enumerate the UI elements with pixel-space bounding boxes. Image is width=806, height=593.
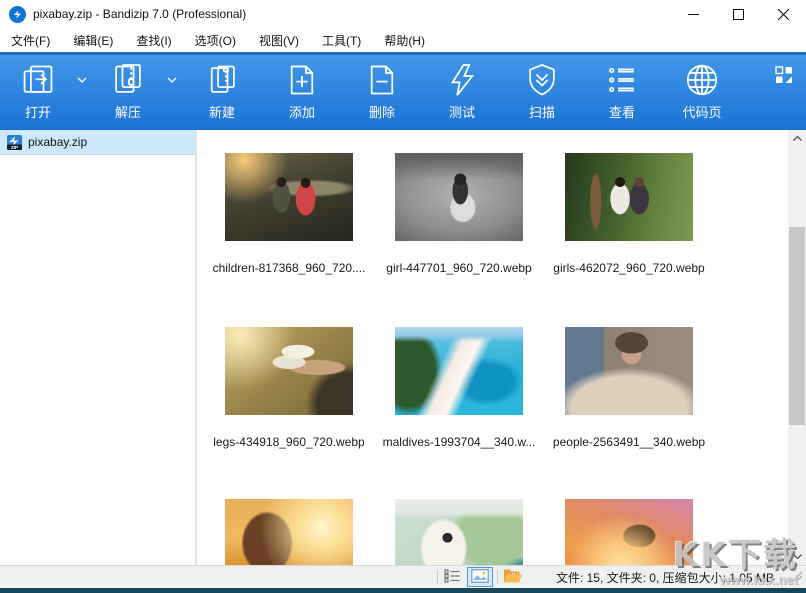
- zip-file-icon: ZIP: [6, 134, 23, 151]
- extract-label: 解压: [115, 102, 141, 121]
- delete-button[interactable]: 删除: [354, 61, 410, 121]
- extract-icon: [109, 61, 147, 99]
- view-label: 查看: [609, 102, 635, 121]
- sidebar-item-pixabay-zip[interactable]: ZIP pixabay.zip: [0, 130, 195, 155]
- toolbar-layout-toggle-icon[interactable]: [773, 65, 795, 87]
- file-item[interactable]: maldives-1993704__340.w...: [374, 327, 544, 449]
- thumbnail-view-button[interactable]: [467, 567, 493, 587]
- test-label: 测试: [449, 102, 475, 121]
- scan-virus-icon: [523, 61, 561, 99]
- file-name: people-2563491__340.webp: [544, 435, 714, 449]
- toolbar: 打开 解压 新建: [0, 52, 806, 130]
- extract-dropdown-chevron-icon[interactable]: [162, 61, 182, 99]
- window-bottom-border: [0, 588, 806, 593]
- open-archive-icon: [19, 61, 57, 99]
- menu-edit[interactable]: 编辑(E): [64, 28, 122, 53]
- open-folder-button[interactable]: [499, 567, 525, 587]
- codepage-globe-icon: [683, 61, 721, 99]
- statusbar-separator: [497, 570, 498, 584]
- add-files-icon: [283, 61, 321, 99]
- file-item[interactable]: [544, 499, 714, 565]
- menu-view[interactable]: 视图(V): [250, 28, 308, 53]
- add-label: 添加: [289, 102, 315, 121]
- bandizip-logo-icon: [9, 6, 26, 23]
- statusbar-separator: [437, 570, 438, 584]
- file-item[interactable]: girl-447701_960_720.webp: [374, 153, 544, 275]
- sunset-field-photo-thumbnail: [225, 499, 353, 565]
- menu-options[interactable]: 选项(O): [186, 28, 245, 53]
- file-list-area: children-817368_960_720.... girl-447701_…: [201, 130, 788, 565]
- maximize-button[interactable]: [716, 0, 761, 28]
- menu-file[interactable]: 文件(F): [2, 28, 59, 53]
- details-view-icon: [444, 569, 461, 586]
- archive-summary: 文件: 15, 文件夹: 0, 压缩包大小: 1.05 MB: [556, 569, 774, 586]
- add-button[interactable]: 添加: [274, 61, 330, 121]
- details-view-button[interactable]: [439, 567, 465, 587]
- open-label: 打开: [25, 102, 51, 121]
- codepage-button[interactable]: 代码页: [670, 61, 734, 121]
- menu-find[interactable]: 查找(I): [127, 28, 180, 53]
- test-button[interactable]: 测试: [434, 61, 490, 121]
- file-item[interactable]: legs-434918_960_720.webp: [204, 327, 374, 449]
- view-list-icon: [603, 61, 641, 99]
- window-title: pixabay.zip - Bandizip 7.0 (Professional…: [33, 7, 246, 21]
- file-name: maldives-1993704__340.w...: [374, 435, 544, 449]
- menu-tools[interactable]: 工具(T): [313, 28, 370, 53]
- file-item[interactable]: [204, 499, 374, 565]
- thumbnail-view-icon: [471, 569, 489, 586]
- title-bar: pixabay.zip - Bandizip 7.0 (Professional…: [0, 0, 806, 28]
- resize-grip[interactable]: [793, 568, 803, 586]
- legs-sneakers-photo-thumbnail: [225, 327, 353, 415]
- new-archive-button[interactable]: 新建: [194, 61, 250, 121]
- file-name: girls-462072_960_720.webp: [544, 261, 714, 275]
- view-button[interactable]: 查看: [594, 61, 650, 121]
- test-archive-icon: [443, 61, 481, 99]
- open-dropdown-chevron-icon[interactable]: [72, 61, 92, 99]
- minimize-button[interactable]: [671, 0, 716, 28]
- folder-tree-panel: ZIP pixabay.zip: [0, 130, 197, 565]
- file-name: girl-447701_960_720.webp: [374, 261, 544, 275]
- girl-teddybear-photo-thumbnail: [395, 153, 523, 241]
- scroll-down-arrow-icon[interactable]: [788, 548, 806, 565]
- file-item[interactable]: [374, 499, 544, 565]
- menu-bar: 文件(F) 编辑(E) 查找(I) 选项(O) 视图(V) 工具(T) 帮助(H…: [0, 28, 806, 52]
- window-controls: [671, 0, 806, 28]
- codepage-label: 代码页: [682, 102, 721, 121]
- file-item[interactable]: people-2563491__340.webp: [544, 327, 714, 449]
- vertical-scrollbar[interactable]: [788, 130, 806, 565]
- woman-sweater-photo-thumbnail: [565, 327, 693, 415]
- file-item[interactable]: children-817368_960_720....: [204, 153, 374, 275]
- open-button[interactable]: 打开: [10, 61, 66, 121]
- close-button[interactable]: [761, 0, 806, 28]
- file-item[interactable]: girls-462072_960_720.webp: [544, 153, 714, 275]
- status-bar: 文件: 15, 文件夹: 0, 压缩包大小: 1.05 MB: [0, 565, 806, 588]
- delete-files-icon: [363, 61, 401, 99]
- folder-icon: [503, 568, 522, 587]
- bandizip-window: pixabay.zip - Bandizip 7.0 (Professional…: [0, 0, 806, 593]
- scrollbar-thumb[interactable]: [789, 227, 805, 425]
- girls-garden-photo-thumbnail: [565, 153, 693, 241]
- woman-car-photo-thumbnail: [395, 499, 523, 565]
- scroll-up-arrow-icon[interactable]: [788, 130, 806, 147]
- menu-help[interactable]: 帮助(H): [375, 28, 434, 53]
- scan-button[interactable]: 扫描: [514, 61, 570, 121]
- sidebar-item-label: pixabay.zip: [28, 135, 87, 149]
- svg-text:ZIP: ZIP: [11, 145, 18, 150]
- maldives-beach-photo-thumbnail: [395, 327, 523, 415]
- scan-label: 扫描: [529, 102, 555, 121]
- new-archive-icon: [203, 61, 241, 99]
- extract-button[interactable]: 解压: [100, 61, 156, 121]
- file-name: legs-434918_960_720.webp: [204, 435, 374, 449]
- file-name: children-817368_960_720....: [204, 261, 374, 275]
- sunset-silhouette-photo-thumbnail: [565, 499, 693, 565]
- new-label: 新建: [209, 102, 235, 121]
- delete-label: 删除: [369, 102, 395, 121]
- children-photo-thumbnail: [225, 153, 353, 241]
